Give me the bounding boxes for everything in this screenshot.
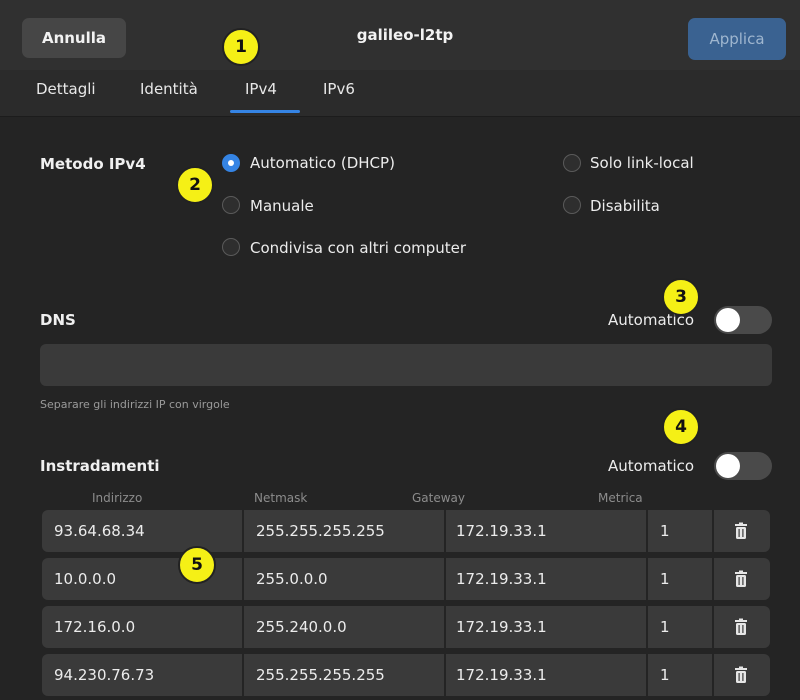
column-separator: [646, 510, 648, 552]
tab-identity[interactable]: Identità: [140, 80, 198, 98]
ipv4-method-label: Metodo IPv4: [40, 155, 146, 173]
dns-hint: Separare gli indirizzi IP con virgole: [40, 398, 230, 411]
window-title: galileo-l2tp: [356, 26, 454, 44]
annotation-marker-3: 3: [662, 278, 700, 316]
column-separator: [646, 654, 648, 696]
trash-icon[interactable]: [732, 522, 750, 540]
dns-input[interactable]: [40, 344, 772, 386]
column-separator: [242, 654, 244, 696]
column-header-netmask: Netmask: [254, 491, 308, 505]
route-address-field[interactable]: 94.230.76.73: [54, 654, 154, 696]
column-separator: [242, 510, 244, 552]
column-header-address: Indirizzo: [92, 491, 143, 505]
route-metric-field[interactable]: 1: [660, 606, 670, 648]
active-tab-indicator: [230, 110, 300, 113]
dns-automatic-switch[interactable]: [714, 306, 772, 334]
radio-label-shared: Condivisa con altri computer: [250, 239, 467, 257]
column-header-gateway: Gateway: [412, 491, 466, 505]
annotation-marker-5: 5: [178, 546, 216, 584]
switch-knob: [716, 308, 740, 332]
radio-label-link-local: Solo link-local: [590, 154, 694, 172]
route-metric-field[interactable]: 1: [660, 654, 670, 696]
column-separator: [242, 558, 244, 600]
route-gateway-field[interactable]: 172.19.33.1: [456, 606, 547, 648]
column-header-metric: Metrica: [598, 491, 643, 505]
column-separator: [444, 510, 446, 552]
route-address-field[interactable]: 172.16.0.0: [54, 606, 135, 648]
route-metric-field[interactable]: 1: [660, 510, 670, 552]
annotation-marker-2: 2: [176, 166, 214, 204]
cancel-button[interactable]: Annulla: [22, 18, 126, 58]
column-separator: [444, 654, 446, 696]
tab-details[interactable]: Dettagli: [36, 80, 96, 98]
radio-link-local[interactable]: [563, 154, 581, 172]
column-separator: [646, 558, 648, 600]
route-row: 10.0.0.0 255.0.0.0 172.19.33.1 1: [42, 558, 770, 600]
tab-ipv6[interactable]: IPv6: [323, 80, 355, 98]
routes-label: Instradamenti: [40, 457, 160, 475]
route-netmask-field[interactable]: 255.255.255.255: [256, 510, 385, 552]
radio-shared[interactable]: [222, 238, 240, 256]
tab-ipv4[interactable]: IPv4: [245, 80, 277, 98]
column-separator: [712, 558, 714, 600]
route-metric-field[interactable]: 1: [660, 558, 670, 600]
radio-label-disable: Disabilita: [590, 197, 660, 215]
route-row: 93.64.68.34 255.255.255.255 172.19.33.1 …: [42, 510, 770, 552]
switch-knob: [716, 454, 740, 478]
route-address-field[interactable]: 93.64.68.34: [54, 510, 145, 552]
tab-bar: Dettagli Identità IPv4 IPv6: [0, 70, 800, 117]
route-row: 94.230.76.73 255.255.255.255 172.19.33.1…: [42, 654, 770, 696]
dns-label: DNS: [40, 311, 76, 329]
routes-automatic-switch[interactable]: [714, 452, 772, 480]
radio-automatic-dhcp[interactable]: [222, 154, 240, 172]
column-separator: [242, 606, 244, 648]
route-netmask-field[interactable]: 255.240.0.0: [256, 606, 347, 648]
route-netmask-field[interactable]: 255.255.255.255: [256, 654, 385, 696]
route-netmask-field[interactable]: 255.0.0.0: [256, 558, 328, 600]
trash-icon[interactable]: [732, 666, 750, 684]
header-bar: Annulla galileo-l2tp Applica: [0, 0, 800, 70]
column-separator: [444, 606, 446, 648]
route-row: 172.16.0.0 255.240.0.0 172.19.33.1 1: [42, 606, 770, 648]
column-separator: [444, 558, 446, 600]
routes-automatic-label: Automatico: [608, 457, 695, 475]
annotation-marker-4: 4: [662, 408, 700, 446]
apply-button[interactable]: Applica: [688, 18, 786, 60]
column-separator: [712, 606, 714, 648]
radio-manual[interactable]: [222, 196, 240, 214]
column-separator: [712, 654, 714, 696]
route-gateway-field[interactable]: 172.19.33.1: [456, 558, 547, 600]
trash-icon[interactable]: [732, 618, 750, 636]
annotation-marker-1: 1: [222, 28, 260, 66]
route-gateway-field[interactable]: 172.19.33.1: [456, 654, 547, 696]
column-separator: [712, 510, 714, 552]
network-settings-window: Annulla galileo-l2tp Applica Dettagli Id…: [0, 0, 800, 700]
radio-disable[interactable]: [563, 196, 581, 214]
route-gateway-field[interactable]: 172.19.33.1: [456, 510, 547, 552]
column-separator: [646, 606, 648, 648]
route-address-field[interactable]: 10.0.0.0: [54, 558, 116, 600]
radio-label-manual: Manuale: [250, 197, 314, 215]
radio-label-automatic-dhcp: Automatico (DHCP): [250, 154, 395, 172]
trash-icon[interactable]: [732, 570, 750, 588]
